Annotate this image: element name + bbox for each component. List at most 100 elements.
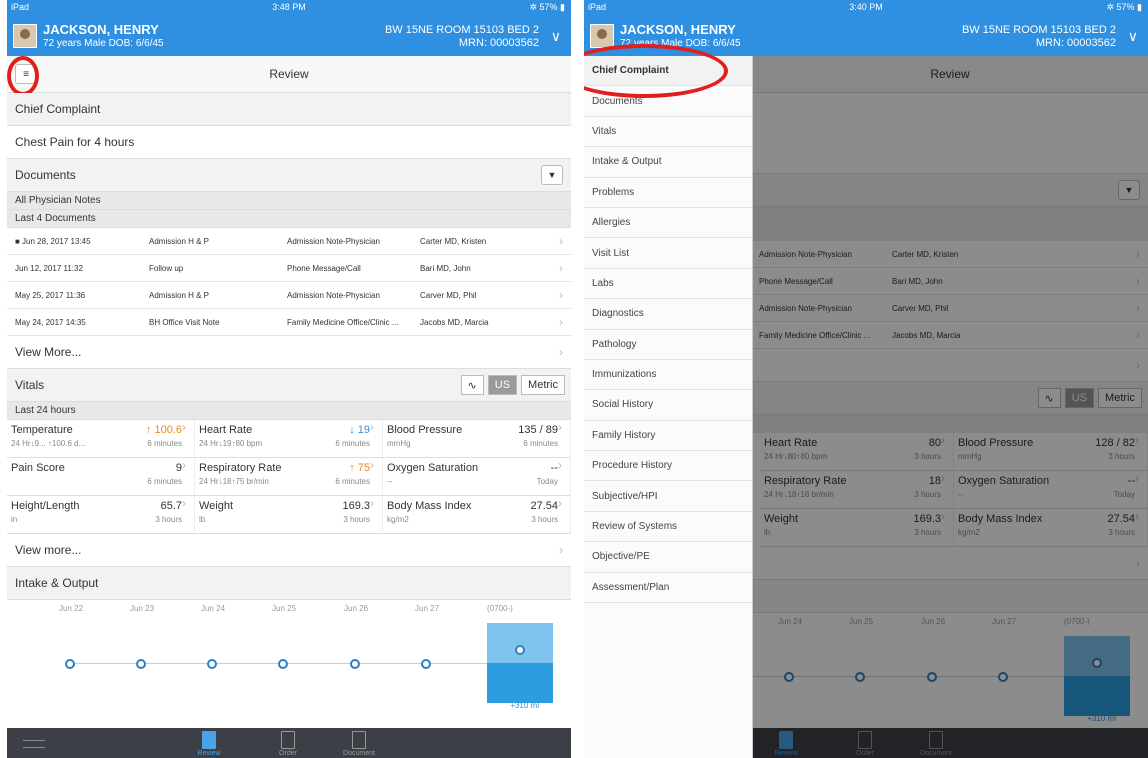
vital-cell[interactable]: Oxygen Saturation -- -- Today › — [383, 458, 571, 496]
vital-cell[interactable]: Heart Rate 24 Hr↓19↑80 bpm ↓ 19 6 minutes › — [195, 420, 383, 458]
vital-range: lb — [199, 515, 206, 524]
document-author: Jacobs MD, Marcia — [420, 317, 489, 327]
drawer-item[interactable]: Subjective/HPI — [584, 481, 752, 512]
title-bar: ≡ Review — [7, 56, 571, 93]
vital-time: 6 minutes — [335, 477, 370, 486]
vital-cell[interactable]: Temperature 24 Hr↓9... ↑100.6 d... ↑ 100.6… — [7, 420, 195, 458]
chief-complaint-value[interactable]: Chest Pain for 4 hours — [7, 126, 571, 159]
tab-bar: Review Order Document — [7, 728, 571, 758]
vital-name: Temperature — [11, 424, 73, 436]
chevron-right-icon: › — [559, 288, 563, 302]
review-screen: iPad 3:48 PM ✲ 57% ▮ JACKSON, HENRY 72 y… — [7, 0, 571, 758]
vital-range: 24 Hr↓9... ↑100.6 d... — [11, 439, 86, 448]
io-point — [278, 659, 288, 669]
filter-icon[interactable]: ▼ — [541, 165, 563, 185]
document-type: Admission H & P — [149, 290, 210, 300]
drawer-item[interactable]: Vitals — [584, 117, 752, 148]
documents-view-more[interactable]: View More... › — [7, 336, 571, 369]
vital-value: ↑ 100.6 — [145, 424, 182, 436]
trend-icon[interactable]: ∿ — [460, 375, 484, 395]
drawer-item[interactable]: Procedure History — [584, 451, 752, 482]
vital-name: Blood Pressure — [387, 424, 463, 436]
hamburger-icon[interactable] — [23, 740, 45, 748]
drawer-item[interactable]: Problems — [584, 178, 752, 208]
review-icon — [202, 731, 216, 749]
patient-banner[interactable]: JACKSON, HENRY 72 years Male DOB: 6/6/45… — [7, 14, 571, 56]
tab-document[interactable]: Document — [324, 728, 394, 757]
drawer-item[interactable]: Visit List — [584, 238, 752, 269]
vital-name: Respiratory Rate — [199, 462, 282, 474]
document-type: Admission H & P — [149, 236, 210, 246]
document-author: Carter MD, Kristen — [420, 236, 487, 246]
clock: 3:40 PM — [849, 2, 883, 12]
drawer-item[interactable]: Pathology — [584, 330, 752, 360]
drawer-item[interactable]: Labs — [584, 269, 752, 300]
vital-range: -- — [387, 477, 393, 486]
intake-output-header: Intake & Output — [7, 567, 571, 600]
io-point — [207, 659, 217, 669]
vital-cell[interactable]: Weight lb 169.3 3 hours › — [195, 496, 383, 534]
vital-name: Oxygen Saturation — [387, 462, 479, 474]
documents-list: ■ Jun 28, 2017 13:45 Admission H & P Admis… — [7, 228, 571, 336]
vital-value: 65.7 — [160, 500, 182, 512]
chevron-right-icon: › — [558, 420, 562, 434]
document-row[interactable]: ■ Jun 28, 2017 13:45 Admission H & P Admis… — [7, 228, 571, 255]
document-date: May 25, 2017 11:36 — [15, 290, 86, 300]
page-title: Review — [269, 67, 309, 81]
drawer-overlay[interactable] — [752, 56, 1148, 758]
vital-cell[interactable]: Body Mass Index kg/m2 27.54 3 hours › — [383, 496, 571, 534]
document-category: Admission Note-Physician — [287, 236, 380, 246]
intake-output-chart[interactable]: +310 ml Jun 22 Jun 23 Jun 24 Jun 25 Jun 26 Ju… — [7, 600, 571, 710]
chevron-right-icon: › — [559, 315, 563, 329]
drawer-item[interactable]: Immunizations — [584, 360, 752, 391]
current-bar — [487, 623, 553, 703]
drawer-item[interactable]: Diagnostics — [584, 299, 752, 330]
vitals-view-more[interactable]: View more... › — [7, 534, 571, 567]
drawer-item[interactable]: Intake & Output — [584, 147, 752, 178]
vital-time: 3 hours — [155, 515, 182, 524]
drawer-item[interactable]: Allergies — [584, 208, 752, 239]
review-screen-with-drawer: iPad 3:40 PM ✲ 57% ▮ JACKSON, HENRY 72 y… — [584, 0, 1148, 758]
document-category: Family Medicine Office/Clinic ... — [287, 317, 399, 327]
chevron-right-icon: › — [559, 345, 563, 359]
chevron-right-icon: › — [370, 458, 374, 472]
drawer-item[interactable]: Objective/PE — [584, 542, 752, 573]
avatar — [590, 24, 614, 48]
room-label: BW 15NE ROOM 15103 BED 2 — [384, 24, 539, 36]
io-date: Jun 26 — [344, 604, 369, 613]
metric-toggle[interactable]: Metric — [521, 375, 565, 395]
bar-lower — [487, 663, 553, 703]
patient-info: 72 years Male DOB: 6/6/45 — [43, 38, 164, 49]
drawer-item[interactable]: Social History — [584, 390, 752, 421]
chevron-down-icon[interactable]: ∨ — [551, 28, 561, 45]
vital-range: kg/m2 — [387, 515, 409, 524]
vital-cell[interactable]: Height/Length in 65.7 3 hours › — [7, 496, 195, 534]
io-point — [65, 659, 75, 669]
view-more-label: View More... — [15, 345, 82, 359]
vital-time: Today — [536, 477, 558, 486]
vital-time: 6 minutes — [147, 439, 182, 448]
io-date: Jun 22 — [59, 604, 84, 613]
document-row[interactable]: May 24, 2017 14:35 BH Office Visit Note Fa… — [7, 309, 571, 336]
documents-header: Documents ▼ — [7, 159, 571, 192]
clock: 3:48 PM — [272, 2, 306, 12]
document-category: Admission Note-Physician — [287, 290, 380, 300]
patient-name: JACKSON, HENRY — [43, 22, 159, 37]
drawer-item[interactable]: Assessment/Plan — [584, 573, 752, 604]
tab-review[interactable]: Review — [174, 728, 244, 757]
tab-order[interactable]: Order — [253, 728, 323, 757]
document-row[interactable]: Jun 12, 2017 11:32 Follow up Phone Message… — [7, 255, 571, 282]
room-label: BW 15NE ROOM 15103 BED 2 — [961, 24, 1116, 36]
us-toggle[interactable]: US — [487, 375, 518, 395]
drawer-item[interactable]: Review of Systems — [584, 512, 752, 543]
vital-cell[interactable]: Pain Score 9 6 minutes › — [7, 458, 195, 496]
document-row[interactable]: May 25, 2017 11:36 Admission H & P Admissi… — [7, 282, 571, 309]
io-date: (0700-) — [487, 604, 513, 613]
document-author: Bari MD, John — [420, 263, 471, 273]
vital-value: ↑ 75 — [349, 462, 370, 474]
drawer-item[interactable]: Family History — [584, 421, 752, 452]
chevron-down-icon[interactable]: ∨ — [1128, 28, 1138, 45]
vital-cell[interactable]: Respiratory Rate 24 Hr↓18↑75 br/min ↑ 75 6 … — [195, 458, 383, 496]
patient-location: BW 15NE ROOM 15103 BED 2 MRN: 00003562 — [385, 24, 539, 50]
vital-cell[interactable]: Blood Pressure mmHg 135 / 89 6 minutes › — [383, 420, 571, 458]
